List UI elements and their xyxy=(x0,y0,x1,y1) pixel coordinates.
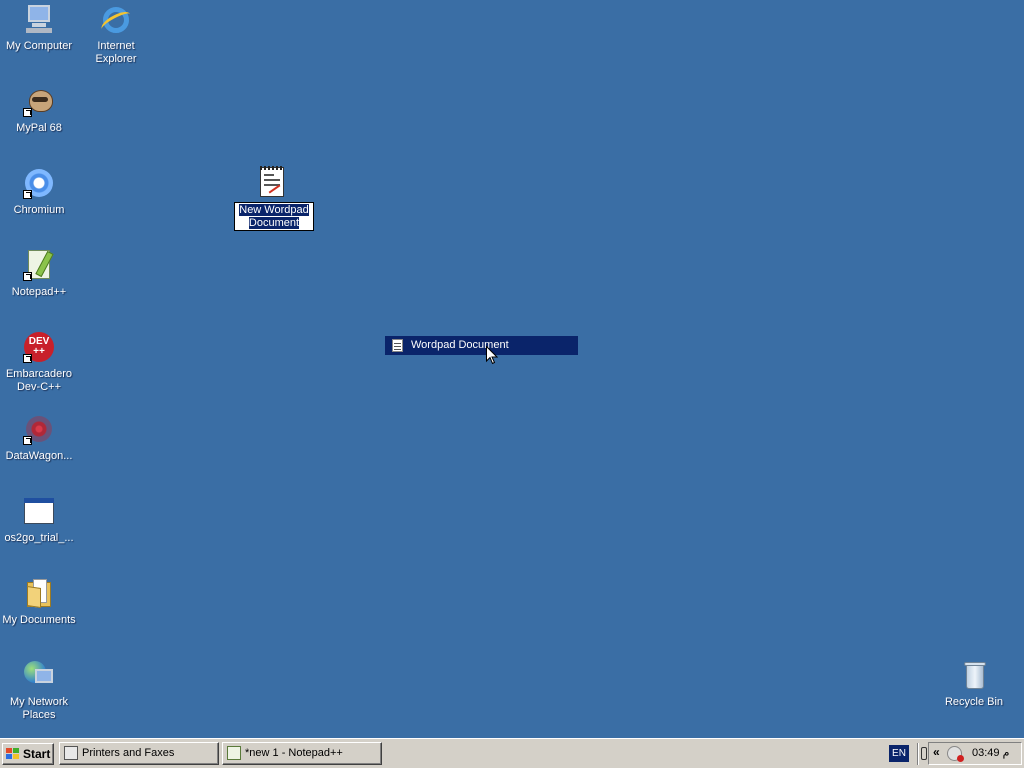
desktop-icon-chromium[interactable]: Chromium xyxy=(0,167,79,217)
taskbar-button-label: Printers and Faxes xyxy=(82,747,175,759)
tray-alert-icon[interactable] xyxy=(947,746,964,762)
icon-label: MyPal 68 xyxy=(16,122,62,134)
windows-flag-icon xyxy=(6,748,19,760)
desktop-icon-new-wordpad-document[interactable] xyxy=(232,166,312,198)
icon-label: My Computer xyxy=(5,40,73,52)
folder-icon xyxy=(23,577,55,609)
start-button[interactable]: Start xyxy=(2,743,54,765)
wordpad-document-icon xyxy=(392,339,403,352)
desktop: My Computer Internet Explorer MyPal 68 C… xyxy=(0,0,1024,738)
network-globe-icon xyxy=(23,659,55,691)
icon-label: My Documents xyxy=(2,614,76,626)
application-window-icon xyxy=(23,495,55,527)
icon-label: DataWagon... xyxy=(5,450,73,462)
icon-label: Chromium xyxy=(13,204,65,216)
desktop-icon-internet-explorer[interactable]: Internet Explorer xyxy=(76,3,156,66)
desktop-icon-my-computer[interactable]: My Computer xyxy=(0,3,79,53)
start-label: Start xyxy=(23,747,51,761)
devcpp-icon: DEV ++ xyxy=(23,331,55,363)
shortcut-arrow-icon xyxy=(23,354,32,363)
clock[interactable]: 03:49 م xyxy=(972,743,1009,764)
taskbar-button-label: *new 1 - Notepad++ xyxy=(245,747,343,759)
desktop-icon-network-places[interactable]: My Network Places xyxy=(0,659,79,722)
wordpad-document-item[interactable]: Wordpad Document xyxy=(385,336,578,355)
taskbar-button-notepadpp[interactable]: *new 1 - Notepad++ xyxy=(222,742,382,765)
rename-selected-text[interactable]: New Wordpad Document xyxy=(239,204,309,229)
desktop-icon-os2go[interactable]: os2go_trial_... xyxy=(0,495,79,545)
icon-label: Embarcadero Dev-C++ xyxy=(5,368,73,393)
taskbar-separator xyxy=(917,743,919,765)
desktop-icon-datawagon[interactable]: DataWagon... xyxy=(0,413,79,463)
shortcut-arrow-icon xyxy=(23,108,32,117)
internet-explorer-icon xyxy=(98,3,134,35)
desktop-icon-notepadpp[interactable]: Notepad++ xyxy=(0,249,79,299)
taskbar: Start Printers and Faxes *new 1 - Notepa… xyxy=(0,738,1024,768)
wordpad-document-icon xyxy=(256,166,288,198)
icon-label: Internet Explorer xyxy=(95,40,137,65)
printer-icon xyxy=(64,746,78,760)
language-indicator[interactable]: EN xyxy=(889,745,909,762)
computer-icon xyxy=(23,3,55,35)
desktop-icon-my-documents[interactable]: My Documents xyxy=(0,577,79,627)
datawagon-icon xyxy=(23,413,55,445)
raccoon-icon xyxy=(23,85,55,117)
rename-edit-box[interactable]: New Wordpad Document xyxy=(234,202,314,231)
notepadpp-icon xyxy=(227,746,241,760)
notepadpp-icon xyxy=(23,249,55,281)
recycle-bin-icon xyxy=(958,659,990,691)
taskbar-button-printers-and-faxes[interactable]: Printers and Faxes xyxy=(59,742,219,765)
system-tray: « 03:49 م xyxy=(928,742,1022,765)
shortcut-arrow-icon xyxy=(23,190,32,199)
icon-label: My Network Places xyxy=(9,696,69,721)
show-hidden-icons-chevron-icon[interactable]: « xyxy=(933,745,940,759)
icon-label: Notepad++ xyxy=(11,286,67,298)
shortcut-arrow-icon xyxy=(23,436,32,445)
chromium-icon xyxy=(23,167,55,199)
desktop-icon-recycle-bin[interactable]: Recycle Bin xyxy=(934,659,1014,709)
icon-label: os2go_trial_... xyxy=(4,532,74,544)
shortcut-arrow-icon xyxy=(23,272,32,281)
quick-launch-icon[interactable] xyxy=(921,747,927,760)
desktop-icon-devcpp[interactable]: DEV ++ Embarcadero Dev-C++ xyxy=(0,331,79,394)
icon-label: Recycle Bin xyxy=(944,696,1004,708)
desktop-icon-mypal[interactable]: MyPal 68 xyxy=(0,85,79,135)
